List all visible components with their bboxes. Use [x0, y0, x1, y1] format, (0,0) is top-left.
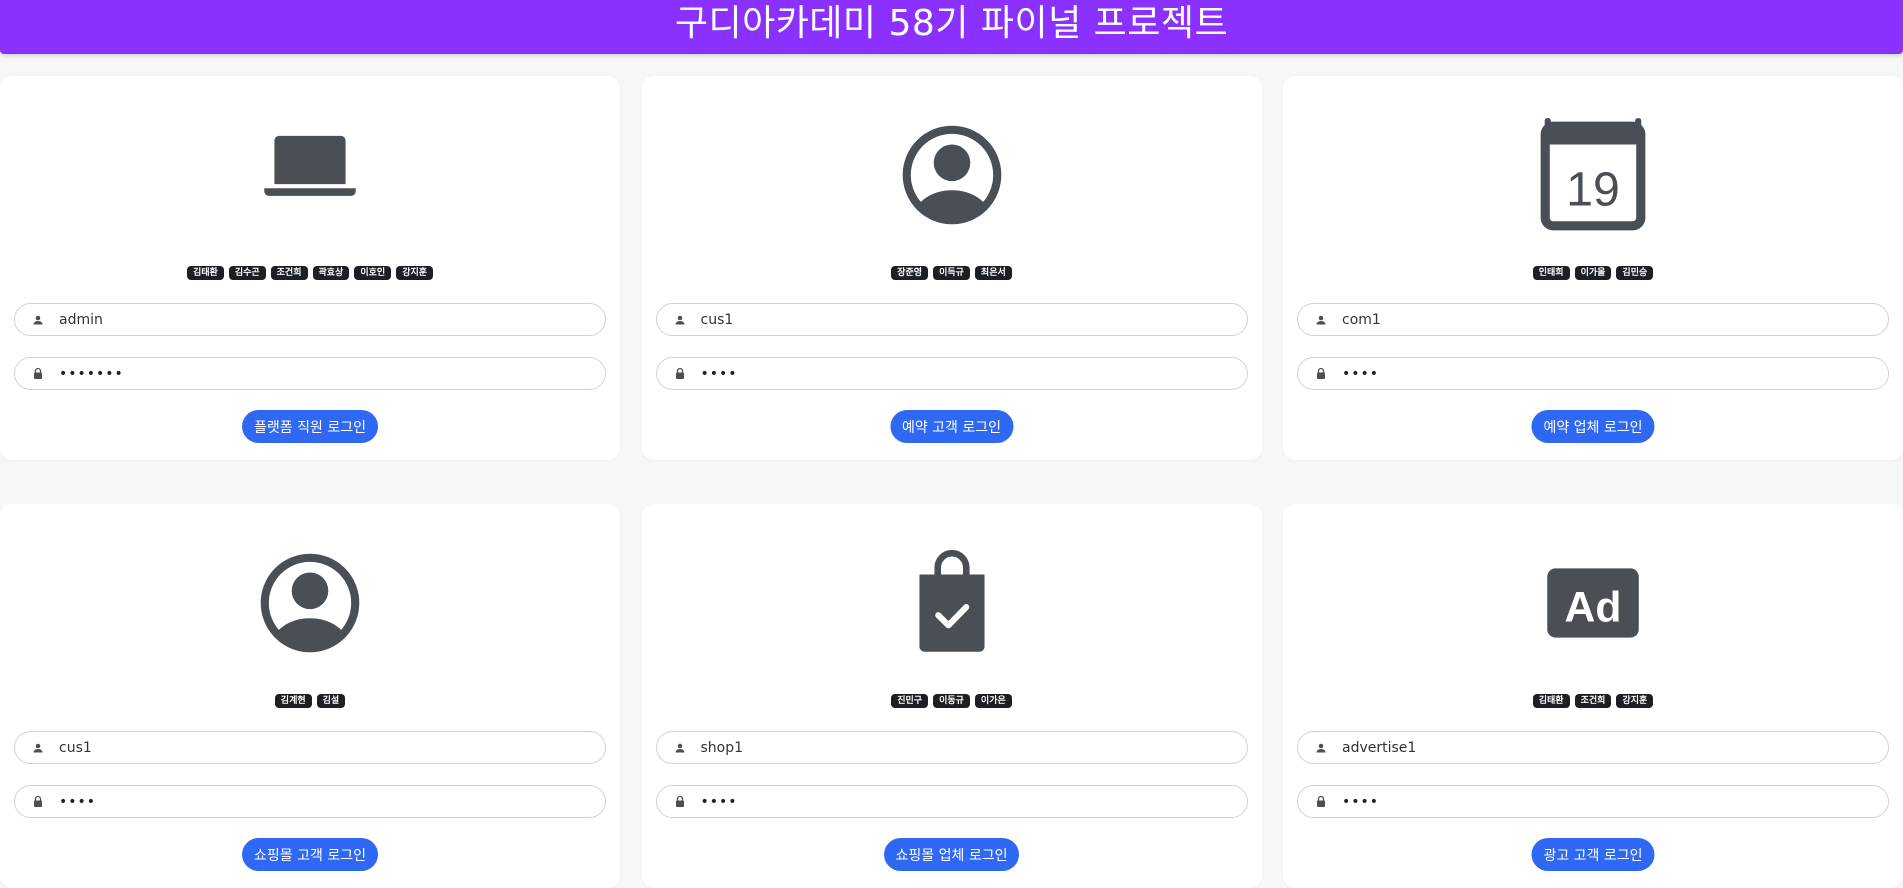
member-chip: 김민승: [1616, 266, 1654, 280]
ad-icon: Ad: [1283, 542, 1903, 664]
shop-customer-login-button[interactable]: 쇼핑몰 고객 로그인: [242, 838, 378, 871]
password-input[interactable]: [700, 793, 1231, 810]
member-chip: 이동규: [933, 694, 970, 708]
member-chip: 이호인: [354, 266, 392, 280]
username-field[interactable]: [14, 731, 606, 764]
password-field[interactable]: [1297, 785, 1889, 818]
person-icon: [1314, 741, 1328, 755]
account-circle-icon: [0, 542, 620, 664]
username-input[interactable]: [59, 311, 589, 328]
member-chip: 인태희: [1532, 266, 1570, 280]
shop-company-login-button[interactable]: 쇼핑몰 업체 로그인: [883, 838, 1020, 871]
member-chip: 진민구: [891, 694, 929, 708]
username-field[interactable]: [1297, 731, 1889, 764]
login-card-ad-customer: Ad 김태환 조건희 강지훈 광고 고객 로그인: [1283, 504, 1903, 888]
lock-icon: [1314, 367, 1328, 381]
password-field[interactable]: [1297, 357, 1889, 390]
app-header: 구디아카데미 58기 파이널 프로젝트: [0, 0, 1903, 54]
member-chip: 강지훈: [396, 266, 434, 280]
password-field[interactable]: [14, 785, 606, 818]
person-icon: [673, 741, 687, 755]
password-input[interactable]: [59, 793, 589, 810]
username-field[interactable]: [14, 303, 606, 336]
login-card-shop-company: 진민구 이동규 이가은 쇼핑몰 업체 로그인: [641, 504, 1262, 888]
username-input[interactable]: [700, 739, 1231, 756]
password-field[interactable]: [655, 785, 1248, 818]
member-chip: 김설: [316, 694, 346, 708]
password-field[interactable]: [14, 357, 606, 390]
lock-icon: [31, 795, 45, 809]
calendar-icon: 19: [1283, 114, 1903, 236]
calendar-day-text: 19: [1566, 163, 1620, 217]
member-chip: 김계현: [274, 694, 312, 708]
page-title: 구디아카데미 58기 파이널 프로젝트: [674, 3, 1229, 44]
member-chip: 김태환: [186, 266, 224, 280]
login-card-reservation-customer: 장준영 이득규 최은서 예약 고객 로그인: [641, 76, 1262, 460]
member-chip: 장준영: [891, 266, 929, 280]
account-circle-icon: [642, 114, 1262, 236]
member-chip: 곽효상: [312, 266, 350, 280]
platform-staff-login-button[interactable]: 플랫폼 직원 로그인: [242, 410, 378, 443]
member-list: 김태환 조건희 강지훈: [1283, 694, 1903, 708]
member-chip: 강지훈: [1616, 694, 1654, 708]
member-chip: 최은서: [974, 266, 1012, 280]
member-list: 장준영 이득규 최은서: [642, 266, 1262, 280]
password-field[interactable]: [655, 357, 1248, 390]
laptop-icon: [0, 114, 620, 236]
person-icon: [1314, 313, 1328, 327]
member-chip: 이가을: [1574, 266, 1612, 280]
member-chip: 김태환: [1532, 694, 1570, 708]
username-field[interactable]: [1297, 303, 1889, 336]
lock-icon: [1314, 795, 1328, 809]
username-field[interactable]: [655, 731, 1248, 764]
member-chip: 조건희: [1574, 694, 1612, 708]
username-input[interactable]: [1342, 739, 1872, 756]
username-input[interactable]: [700, 311, 1231, 328]
login-card-shop-customer: 김계현 김설 쇼핑몰 고객 로그인: [0, 504, 620, 888]
username-input[interactable]: [59, 739, 589, 756]
reservation-company-login-button[interactable]: 예약 업체 로그인: [1531, 410, 1655, 443]
person-icon: [31, 741, 45, 755]
person-icon: [31, 313, 45, 327]
username-field[interactable]: [655, 303, 1248, 336]
lock-icon: [673, 367, 687, 381]
reservation-customer-login-button[interactable]: 예약 고객 로그인: [889, 410, 1014, 443]
person-icon: [673, 313, 687, 327]
password-input[interactable]: [59, 365, 589, 382]
lock-icon: [673, 795, 687, 809]
member-chip: 이득규: [933, 266, 970, 280]
lock-icon: [31, 367, 45, 381]
shopping-bag-check-icon: [642, 542, 1262, 664]
member-list: 김계현 김설: [0, 694, 620, 708]
login-card-grid: 김태환 김수곤 조건희 곽효상 이호인 강지훈 플랫폼 직원 로그인 장준영 이…: [0, 76, 1903, 888]
ad-customer-login-button[interactable]: 광고 고객 로그인: [1531, 838, 1655, 871]
login-card-platform-staff: 김태환 김수곤 조건희 곽효상 이호인 강지훈 플랫폼 직원 로그인: [0, 76, 620, 460]
login-card-reservation-company: 19 인태희 이가을 김민승 예약 업체 로그인: [1283, 76, 1903, 460]
password-input[interactable]: [1342, 793, 1872, 810]
member-chip: 이가은: [974, 694, 1012, 708]
member-chip: 김수곤: [228, 266, 266, 280]
password-input[interactable]: [700, 365, 1231, 382]
member-list: 진민구 이동규 이가은: [642, 694, 1262, 708]
password-input[interactable]: [1342, 365, 1872, 382]
member-list: 인태희 이가을 김민승: [1283, 266, 1903, 280]
member-chip: 조건희: [270, 266, 308, 280]
username-input[interactable]: [1342, 311, 1872, 328]
member-list: 김태환 김수곤 조건희 곽효상 이호인 강지훈: [0, 266, 620, 280]
ad-icon-text: Ad: [1565, 583, 1622, 631]
